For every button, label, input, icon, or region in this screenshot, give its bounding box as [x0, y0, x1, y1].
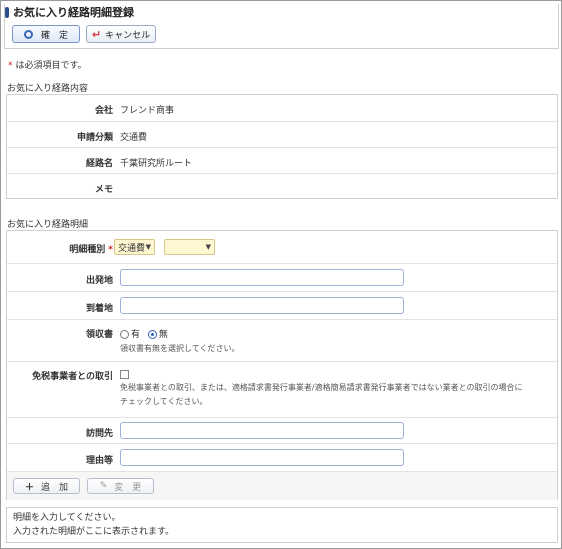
detail-list-area: 明細を入力してください。 入力された明細がここに表示されます。: [6, 507, 558, 543]
route-name-value: 千葉研究所ルート: [120, 159, 193, 169]
circle-icon: [23, 29, 33, 39]
visit-input[interactable]: [120, 422, 404, 439]
detail-list-message-2: 入力された明細がここに表示されます。: [13, 527, 175, 537]
type-required-mark: *: [108, 245, 113, 255]
reason-input[interactable]: [120, 449, 404, 466]
category-label: 申請分類: [76, 133, 113, 143]
form-row-receipt: 領収書 有 無 領収書有無を選択してください。: [7, 319, 557, 361]
receipt-option-no-label: 無: [158, 330, 168, 340]
radio-no[interactable]: [147, 330, 157, 339]
required-note-text: は必須項目です。: [15, 61, 87, 71]
departure-input[interactable]: [120, 269, 404, 286]
receipt-label: 領収書: [85, 330, 113, 340]
return-arrow-icon: ↵: [91, 27, 102, 41]
radio-yes[interactable]: [120, 330, 129, 339]
cancel-label: キャンセル: [105, 30, 151, 41]
route-info-section-title: お気に入り経路内容: [7, 84, 89, 94]
route-name-label: 経路名: [85, 159, 113, 169]
form-row-reason: 理由等: [7, 443, 557, 471]
visit-label: 訪問先: [85, 429, 113, 439]
form-row-visit: 訪問先: [7, 417, 557, 443]
add-label: 追 加: [41, 482, 69, 493]
tax-exempt-checkbox[interactable]: [120, 370, 129, 379]
type-label-text: 明細種別: [69, 245, 106, 255]
detail-list-message-1: 明細を入力してください。: [13, 513, 121, 523]
detail-form-panel: 明細種別 * 交通費 ▼ ▼ 出発地 到着地 領収書 有 無 領収書有無を選択し…: [6, 230, 558, 500]
page-title: お気に入り経路明細登録: [13, 6, 134, 19]
arrival-input[interactable]: [120, 297, 404, 314]
receipt-hint: 領収書有無を選択してください。: [120, 344, 240, 353]
dropdown-arrow-icon: ▼: [145, 243, 151, 251]
confirm-label: 確 定: [40, 30, 68, 41]
info-row-category: 申請分類 交通費: [7, 121, 557, 147]
type-select[interactable]: 交通費 ▼: [114, 239, 155, 255]
type-label: 明細種別 *: [69, 242, 113, 255]
company-label: 会社: [94, 106, 113, 116]
category-value: 交通費: [120, 133, 148, 143]
pencil-icon: ✎: [99, 481, 108, 491]
route-info-panel: 会社 フレンド商事 申請分類 交通費 経路名 千葉研究所ルート メモ: [6, 94, 558, 199]
window-frame: お気に入り経路明細登録 確 定 ↵ キャンセル * は必須項目です。 お気に入り経…: [0, 0, 562, 549]
cancel-button[interactable]: ↵ キャンセル: [86, 25, 156, 43]
detail-section-title: お気に入り経路明細: [7, 220, 89, 230]
page-title-bar: お気に入り経路明細登録: [5, 4, 134, 20]
required-note: * は必須項目です。: [8, 58, 87, 71]
form-actions-row: ＋ 追 加 ✎ 変 更: [7, 471, 557, 500]
departure-label: 出発地: [85, 276, 113, 286]
reason-label: 理由等: [85, 456, 113, 466]
info-row-memo: メモ: [7, 173, 557, 199]
subtype-select[interactable]: ▼: [164, 239, 215, 255]
company-value: フレンド商事: [120, 106, 175, 116]
dropdown-arrow-icon: ▼: [205, 243, 211, 251]
change-button[interactable]: ✎ 変 更: [87, 478, 154, 494]
confirm-button[interactable]: 確 定: [12, 25, 80, 43]
change-label: 変 更: [114, 482, 142, 493]
required-mark: *: [8, 61, 13, 71]
form-row-departure: 出発地: [7, 263, 557, 291]
type-select-value: 交通費: [118, 243, 146, 254]
info-row-company: 会社 フレンド商事: [7, 95, 557, 121]
receipt-option-yes-label: 有: [131, 330, 141, 340]
add-button[interactable]: ＋ 追 加: [13, 478, 80, 494]
form-row-tax-exempt: 免税事業者との取引 免税事業者との取引、または、適格請求書発行事業者/適格簡易請…: [7, 361, 557, 417]
form-row-arrival: 到着地: [7, 291, 557, 319]
title-marker-icon: [5, 6, 9, 18]
tax-exempt-label: 免税事業者との取引: [32, 372, 113, 382]
memo-label: メモ: [94, 185, 113, 195]
info-row-route-name: 経路名 千葉研究所ルート: [7, 147, 557, 173]
receipt-option-yes[interactable]: 有: [120, 330, 140, 340]
plus-icon: ＋: [24, 482, 34, 493]
receipt-option-no[interactable]: 無: [147, 330, 168, 340]
tax-exempt-hint-2: チェックしてください。: [120, 397, 208, 406]
receipt-radio-group: 有 無: [120, 327, 168, 340]
arrival-label: 到着地: [85, 304, 113, 314]
form-row-type: 明細種別 * 交通費 ▼ ▼: [7, 231, 557, 263]
